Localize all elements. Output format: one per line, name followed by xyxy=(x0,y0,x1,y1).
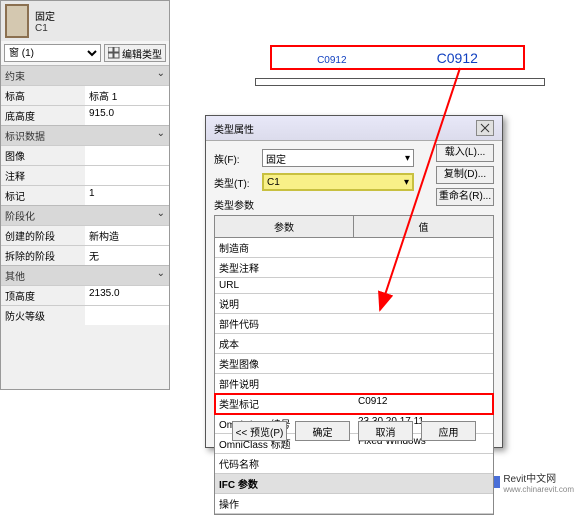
identity-header[interactable]: 标识数据⌄ xyxy=(1,126,169,145)
wall-element[interactable] xyxy=(255,78,545,86)
dialog-titlebar[interactable]: 类型属性 xyxy=(206,116,502,141)
sill-height-row: 底高度915.0 xyxy=(1,105,169,125)
type-mark-row: 类型标记C0912 xyxy=(215,394,493,414)
edit-type-button[interactable]: 编辑类型 xyxy=(104,44,166,62)
type-params-table: 参数 值 制造商 类型注释 URL 说明 部件代码 成本 类型图像 部件说明 类… xyxy=(214,215,494,515)
cancel-button[interactable]: 取消 xyxy=(358,421,413,441)
type-properties-dialog: 类型属性 族(F): 固定▾ 类型(T): C1▾ 载入(L)... 复制(D)… xyxy=(205,115,503,448)
rename-button[interactable]: 重命名(R)... xyxy=(436,188,494,206)
tags-highlight: C0912 C0912 xyxy=(270,45,525,70)
level-value[interactable]: 标高 1 xyxy=(85,86,169,105)
type-combo[interactable]: C1▾ xyxy=(262,173,414,191)
type-name: C1 xyxy=(35,23,55,34)
apply-button[interactable]: 应用 xyxy=(421,421,476,441)
type-mark-value[interactable]: C0912 xyxy=(354,394,493,413)
properties-panel: 固定 C1 窗 (1) 编辑类型 约束⌄ 标高标高 1 底高度915.0 标识数… xyxy=(0,0,170,390)
load-button[interactable]: 载入(L)... xyxy=(436,144,494,162)
edit-type-icon xyxy=(108,47,120,59)
ok-button[interactable]: 确定 xyxy=(295,421,350,441)
chevron-down-icon: ▾ xyxy=(405,153,410,164)
family-label: 族(F): xyxy=(214,151,262,166)
other-header[interactable]: 其他⌄ xyxy=(1,266,169,285)
instance-selector[interactable]: 窗 (1) xyxy=(4,44,101,62)
phasing-header[interactable]: 阶段化⌄ xyxy=(1,206,169,225)
family-combo[interactable]: 固定▾ xyxy=(262,149,414,167)
duplicate-button[interactable]: 复制(D)... xyxy=(436,166,494,184)
dialog-title: 类型属性 xyxy=(214,121,254,136)
chevron-down-icon: ▾ xyxy=(404,177,409,188)
value-col-header[interactable]: 值 xyxy=(354,216,493,237)
properties-header: 固定 C1 xyxy=(1,1,169,41)
edit-type-label: 编辑类型 xyxy=(122,46,162,61)
window-tag-right[interactable]: C0912 xyxy=(437,50,478,66)
family-icon xyxy=(5,4,29,38)
window-tag-left[interactable]: C0912 xyxy=(317,50,346,66)
preview-button[interactable]: << 预览(P) xyxy=(232,421,287,441)
constraints-header[interactable]: 约束⌄ xyxy=(1,66,169,85)
family-name: 固定 xyxy=(35,8,55,23)
param-col-header[interactable]: 参数 xyxy=(215,216,354,237)
type-label: 类型(T): xyxy=(214,175,262,190)
level-row: 标高标高 1 xyxy=(1,85,169,105)
close-button[interactable] xyxy=(476,120,494,136)
sill-height-value[interactable]: 915.0 xyxy=(85,106,169,125)
